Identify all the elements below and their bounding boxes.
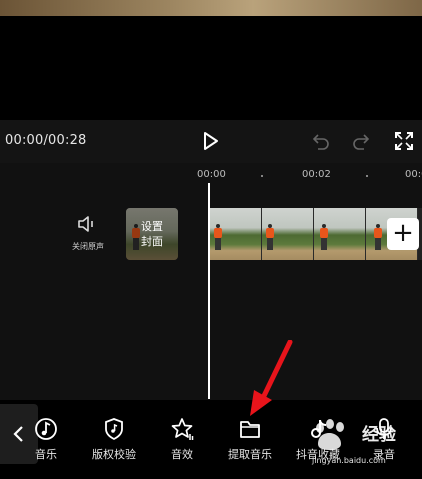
- fullscreen-icon: [395, 132, 413, 150]
- star-sound-icon: [171, 418, 194, 440]
- set-cover-button[interactable]: 设置 封面: [126, 208, 178, 260]
- mute-original-audio-label: 关闭原声: [72, 242, 104, 251]
- toolbar-label: 版权校验: [92, 448, 136, 461]
- toolbar-label: 音乐: [35, 448, 57, 461]
- baidu-jingyan-watermark: 经验 jingyan.baidu.com: [308, 418, 422, 468]
- video-preview-area: [0, 16, 422, 120]
- playback-time: 00:00/00:28: [5, 133, 87, 148]
- toolbar-item-copyright-check[interactable]: 版权校验: [79, 412, 149, 461]
- redo-icon: [353, 134, 370, 150]
- undo-icon: [312, 134, 329, 150]
- annotation-arrow: [250, 340, 293, 416]
- music-note-icon: [35, 418, 57, 440]
- video-preview-image: [0, 0, 422, 16]
- ruler-tick: [261, 175, 263, 177]
- undo-button[interactable]: [310, 131, 332, 151]
- watermark-url: jingyan.baidu.com: [312, 456, 386, 465]
- toolbar-label: 音效: [171, 448, 193, 461]
- ruler-tick: [366, 175, 368, 177]
- play-button[interactable]: [199, 130, 221, 152]
- ruler-label-2: 00:02: [302, 169, 331, 180]
- play-icon: [204, 132, 218, 150]
- cover-label-line2: 封面: [141, 235, 163, 248]
- toolbar-item-music[interactable]: 音乐: [11, 412, 81, 461]
- toolbar-label: 提取音乐: [228, 448, 272, 461]
- fullscreen-button[interactable]: [394, 131, 414, 151]
- add-clip-button[interactable]: +: [387, 218, 419, 250]
- watermark-title: 经验: [362, 425, 396, 445]
- playhead[interactable]: [208, 183, 210, 399]
- ruler-label-0: 00:00: [197, 169, 226, 180]
- timeline-panel: [0, 163, 422, 400]
- baidu-paw-logo: [316, 419, 344, 450]
- toolbar-item-sound-effects[interactable]: 音效: [147, 412, 217, 461]
- redo-button[interactable]: [350, 131, 372, 151]
- clip-frame: [210, 208, 262, 260]
- ruler-label-4: 00:0: [405, 169, 422, 180]
- speaker-mute-icon: [78, 216, 93, 232]
- shield-icon: [105, 418, 123, 441]
- clip-frame: [262, 208, 314, 260]
- cover-label-line1: 设置: [141, 220, 163, 233]
- clip-frame: [314, 208, 366, 260]
